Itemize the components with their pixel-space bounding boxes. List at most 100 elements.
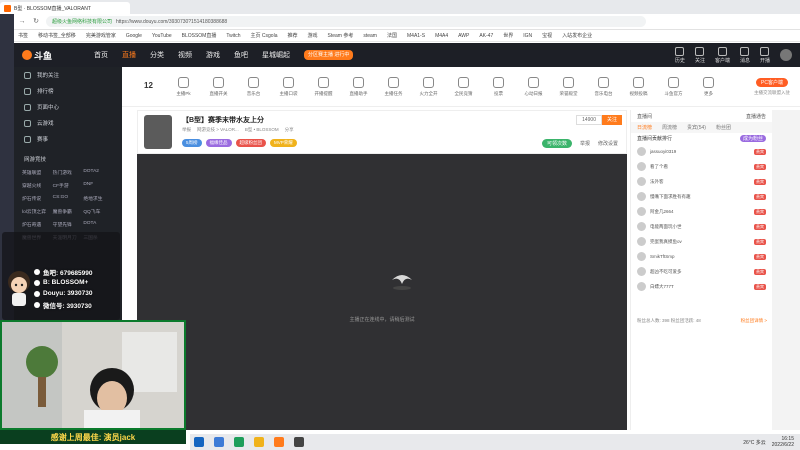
bookmark-item[interactable]: 法国 — [387, 32, 397, 39]
forward-icon[interactable]: → — [18, 18, 26, 26]
bookmark-item[interactable]: 游戏 — [308, 32, 318, 39]
bookmark-item[interactable]: Steam 参考 — [328, 32, 354, 39]
sidebar-item[interactable]: 赛事 — [14, 131, 122, 147]
follow-button[interactable]: 14900 关注 — [576, 115, 622, 125]
weather-text[interactable]: 26°C 多云 — [743, 439, 766, 446]
sidebar-item[interactable]: 排行榜 — [14, 83, 122, 99]
room-badge[interactable]: 福缘佳品 — [205, 139, 232, 147]
bookmark-item[interactable]: Twitch — [226, 33, 240, 39]
category-link[interactable]: QQ飞车 — [83, 208, 114, 215]
room-badge[interactable]: MVP荣耀 — [270, 139, 297, 147]
nav-item[interactable]: 星城崛起 — [262, 50, 290, 60]
category-link[interactable]: DOTA — [83, 221, 114, 228]
douyu-app-icon[interactable] — [274, 437, 284, 447]
toolbar-item[interactable]: 直播助手 — [344, 76, 373, 97]
toolbar-item[interactable]: 视频投稿 — [624, 76, 653, 97]
sidebar-item[interactable]: 我的关注 — [14, 67, 122, 83]
rank-row[interactable]: 法外客 贵宾 — [631, 174, 772, 189]
nav-item[interactable]: 首页 — [94, 50, 108, 60]
category-link[interactable]: 穿越火线 — [22, 182, 53, 189]
clock[interactable]: 16:15 2022/6/22 — [772, 436, 794, 448]
claim-tag[interactable]: 可领次数 — [541, 139, 572, 148]
bookmark-item[interactable]: IGN — [523, 33, 532, 39]
video-player[interactable]: 主播正在连线中，请稍后测试 — [137, 154, 627, 430]
panel-title-right[interactable]: 直播通告 — [746, 113, 766, 120]
nav-item[interactable]: 直播 — [122, 50, 136, 60]
rank-row[interactable]: 白嫖大777T 贵宾 — [631, 279, 772, 294]
bookmark-item[interactable]: 完美游戏管家 — [86, 32, 116, 39]
category-link[interactable]: lol云顶之弈 — [22, 208, 53, 215]
bookmark-item[interactable]: AK-47 — [479, 33, 493, 39]
obs-icon[interactable] — [294, 437, 304, 447]
bookmark-item[interactable]: 书签 — [18, 32, 28, 39]
start-icon[interactable] — [194, 437, 204, 447]
category-link[interactable]: 魔兽争霸 — [53, 208, 84, 215]
room-meta-item[interactable]: 举报 — [182, 127, 191, 133]
sidebar-item[interactable]: 页面中心 — [14, 99, 122, 115]
category-link[interactable]: CS:GO — [53, 195, 84, 202]
streamer-avatar[interactable] — [144, 115, 172, 149]
toolbar-item[interactable]: 音乐台 — [239, 76, 268, 97]
explorer-icon[interactable] — [254, 437, 264, 447]
bookmark-item[interactable]: YouTube — [152, 33, 172, 39]
toolbar-item[interactable]: 开播提醒 — [309, 76, 338, 97]
toolbar-item[interactable]: 主播任务 — [379, 76, 408, 97]
nav-item[interactable]: 游戏 — [206, 50, 220, 60]
header-item[interactable]: 客户端 — [715, 46, 730, 64]
bookmark-item[interactable]: 宝视 — [542, 32, 552, 39]
toolbar-item[interactable]: 直播开关 — [204, 76, 233, 97]
sidebar-section-title[interactable]: 网游竞技 — [14, 151, 122, 167]
rank-tab[interactable]: 粉丝团 — [716, 124, 731, 131]
sidebar-item[interactable]: 云游戏 — [14, 115, 122, 131]
rank-tab[interactable]: 周流榜 — [662, 124, 677, 131]
toolbar-item[interactable]: 投票 — [484, 76, 513, 97]
report-link[interactable]: 举报 — [580, 140, 590, 147]
url-field[interactable]: 超级火鱼网络科技有限公司 https://www.douyu.com/39307… — [46, 16, 646, 27]
promo-badge[interactable]: 分区赛主播 进行中 — [304, 50, 354, 60]
bookmark-item[interactable]: Google — [126, 33, 142, 39]
bookmark-item[interactable]: 世界 — [503, 32, 513, 39]
edge-icon[interactable] — [234, 437, 244, 447]
nav-item[interactable]: 鱼吧 — [234, 50, 248, 60]
rank-row[interactable]: jassuoyi0319 贵宾 — [631, 144, 772, 159]
bookmark-item[interactable]: 移动书签_全部移 — [38, 32, 76, 39]
category-link[interactable]: 英雄联盟 — [22, 169, 53, 176]
room-badge[interactable]: 超级粉丝团 — [235, 139, 267, 147]
rank-row[interactable]: 电能两面玩小世 贵宾 — [631, 219, 772, 234]
browser-tab[interactable]: B型 · BLOSSOM直播_VALORANT — [0, 2, 130, 14]
toolbar-item[interactable]: 全民竞猜 — [449, 76, 478, 97]
toolbar-item[interactable]: 主播Pk — [169, 76, 198, 97]
toolbar-item[interactable]: 斗鱼官方 — [659, 76, 688, 97]
toolbar-item[interactable]: 更多 — [694, 76, 723, 97]
nav-item[interactable]: 视频 — [178, 50, 192, 60]
category-link[interactable]: 绝地求生 — [83, 195, 114, 202]
reload-icon[interactable]: ↻ — [32, 18, 40, 26]
toolbar-item[interactable]: 主播口袋 — [274, 76, 303, 97]
bookmark-item[interactable]: M4A1-S — [407, 33, 425, 39]
toolbar-item[interactable]: 音乐电台 — [589, 76, 618, 97]
user-avatar[interactable] — [780, 49, 792, 61]
level-indicator[interactable]: 12 — [134, 81, 163, 92]
room-meta-item[interactable]: 网游竞技 > VALOR... — [197, 127, 239, 133]
category-link[interactable]: DNF — [83, 182, 114, 189]
bookmark-item[interactable]: M4A4 — [435, 33, 448, 39]
category-link[interactable]: 热门游戏 — [53, 169, 84, 176]
rank-tab[interactable]: 贵宾(54) — [687, 124, 706, 131]
room-meta-item[interactable]: 分享 — [285, 127, 294, 133]
category-link[interactable]: 炉石奇遇 — [22, 221, 53, 228]
header-item[interactable]: 开播 — [760, 46, 770, 64]
rank-row[interactable]: 阿金几2664 贵宾 — [631, 204, 772, 219]
category-link[interactable]: 炉石传说 — [22, 195, 53, 202]
rank-row[interactable]: 超凶不吃可爱多 贵宾 — [631, 264, 772, 279]
douyu-logo[interactable]: 斗鱼 — [22, 48, 64, 62]
toolbar-item[interactable]: 荣誉殿堂 — [554, 76, 583, 97]
toolbar-item[interactable]: 心动日报 — [519, 76, 548, 97]
rank-row[interactable]: 看了个看 贵宾 — [631, 159, 772, 174]
nav-item[interactable]: 分类 — [150, 50, 164, 60]
header-item[interactable]: 消息 — [740, 46, 750, 64]
rank-row[interactable]: 慢嘴下面求胜有有趣 贵宾 — [631, 189, 772, 204]
header-item[interactable]: 关注 — [695, 46, 705, 64]
room-badge[interactable]: 5周榜 — [182, 139, 202, 147]
taskview-icon[interactable] — [214, 437, 224, 447]
bookmark-item[interactable]: 入站发布企业 — [562, 32, 592, 39]
